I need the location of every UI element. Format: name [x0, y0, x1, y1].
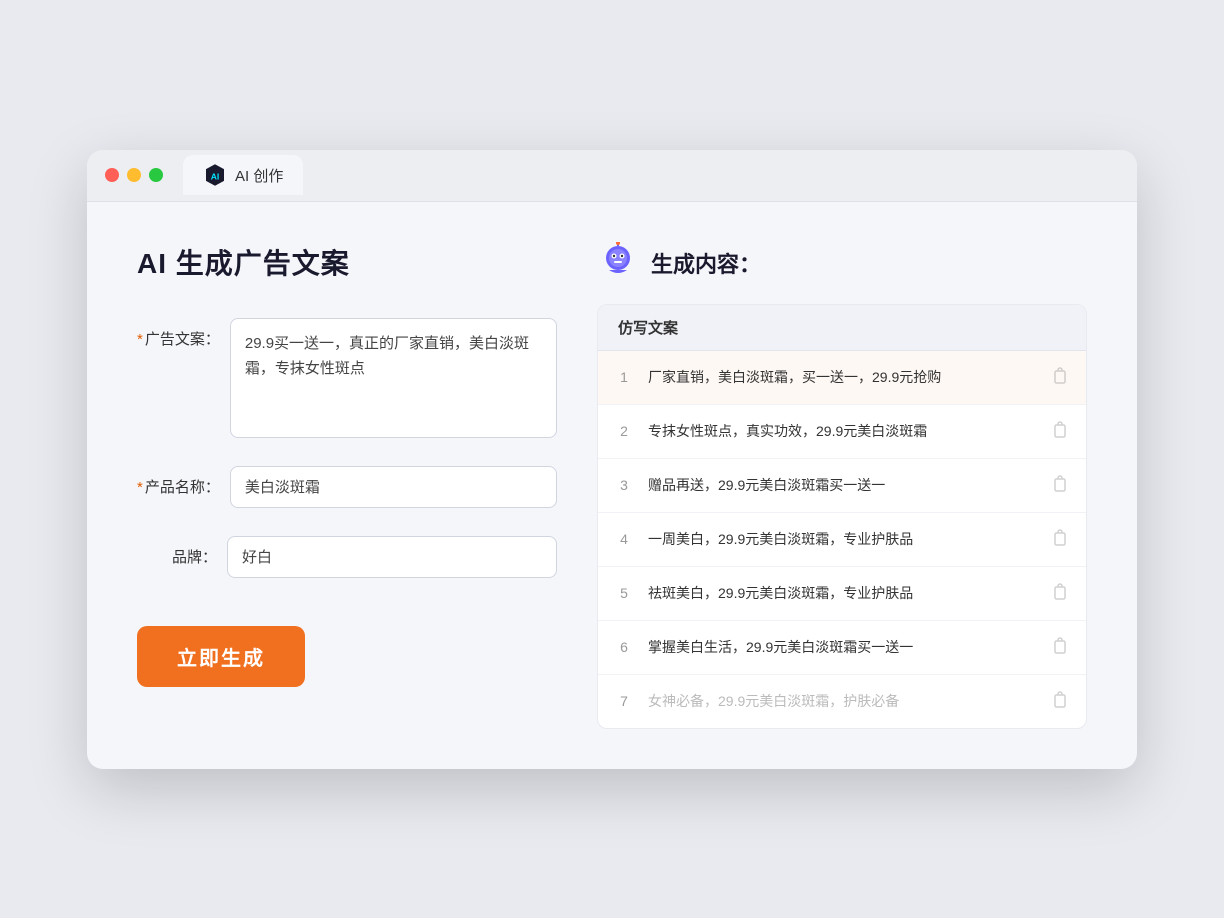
- product-name-input[interactable]: [230, 466, 557, 508]
- page-title: AI 生成广告文案: [137, 242, 557, 282]
- table-header: 仿写文案: [598, 305, 1086, 351]
- row-text: 厂家直销，美白淡斑霜，买一送一，29.9元抢购: [648, 367, 1036, 388]
- row-number: 5: [614, 585, 634, 601]
- result-title: 生成内容：: [651, 247, 761, 279]
- table-row: 4 一周美白，29.9元美白淡斑霜，专业护肤品: [598, 513, 1086, 567]
- left-panel: AI 生成广告文案 *广告文案： *产品名称： 品牌： 立即生成: [137, 242, 557, 729]
- copy-icon[interactable]: [1050, 419, 1070, 444]
- row-text: 赠品再送，29.9元美白淡斑霜买一送一: [648, 475, 1036, 496]
- table-row: 2 专抹女性斑点，真实功效，29.9元美白淡斑霜: [598, 405, 1086, 459]
- row-number: 6: [614, 639, 634, 655]
- main-content: AI 生成广告文案 *广告文案： *产品名称： 品牌： 立即生成: [87, 202, 1137, 769]
- row-number: 2: [614, 423, 634, 439]
- tab-label: AI 创作: [235, 165, 283, 186]
- table-row: 1 厂家直销，美白淡斑霜，买一送一，29.9元抢购: [598, 351, 1086, 405]
- product-name-row: *产品名称：: [137, 466, 557, 508]
- row-number: 7: [614, 693, 634, 709]
- robot-icon: [597, 242, 639, 284]
- copy-icon[interactable]: [1050, 581, 1070, 606]
- row-text: 一周美白，29.9元美白淡斑霜，专业护肤品: [648, 529, 1036, 550]
- result-header: 生成内容：: [597, 242, 1087, 284]
- right-panel: 生成内容： 仿写文案 1 厂家直销，美白淡斑霜，买一送一，29.9元抢购 2 专抹女…: [597, 242, 1087, 729]
- maximize-button[interactable]: [149, 168, 163, 182]
- ad-copy-row: *广告文案：: [137, 318, 557, 438]
- ad-copy-label: *广告文案：: [137, 318, 230, 349]
- product-name-required-star: *: [137, 479, 143, 496]
- result-table: 仿写文案 1 厂家直销，美白淡斑霜，买一送一，29.9元抢购 2 专抹女性斑点，真实…: [597, 304, 1087, 729]
- row-text: 祛斑美白，29.9元美白淡斑霜，专业护肤品: [648, 583, 1036, 604]
- brand-label: 品牌：: [137, 536, 227, 567]
- titlebar: AI AI 创作: [87, 150, 1137, 202]
- copy-icon[interactable]: [1050, 689, 1070, 714]
- minimize-button[interactable]: [127, 168, 141, 182]
- svg-text:AI: AI: [211, 171, 220, 181]
- row-text: 掌握美白生活，29.9元美白淡斑霜买一送一: [648, 637, 1036, 658]
- table-row: 3 赠品再送，29.9元美白淡斑霜买一送一: [598, 459, 1086, 513]
- ai-tab-icon: AI: [203, 163, 227, 187]
- table-row: 6 掌握美白生活，29.9元美白淡斑霜买一送一: [598, 621, 1086, 675]
- row-text: 专抹女性斑点，真实功效，29.9元美白淡斑霜: [648, 421, 1036, 442]
- copy-icon[interactable]: [1050, 365, 1070, 390]
- brand-row: 品牌：: [137, 536, 557, 578]
- traffic-lights: [105, 168, 163, 182]
- row-number: 1: [614, 369, 634, 385]
- brand-input[interactable]: [227, 536, 557, 578]
- close-button[interactable]: [105, 168, 119, 182]
- generate-button[interactable]: 立即生成: [137, 626, 305, 687]
- row-text: 女神必备，29.9元美白淡斑霜，护肤必备: [648, 691, 1036, 712]
- table-row: 7 女神必备，29.9元美白淡斑霜，护肤必备: [598, 675, 1086, 728]
- copy-icon[interactable]: [1050, 527, 1070, 552]
- row-number: 4: [614, 531, 634, 547]
- copy-icon[interactable]: [1050, 473, 1070, 498]
- tab-ai-creation[interactable]: AI AI 创作: [183, 155, 303, 195]
- copy-icon[interactable]: [1050, 635, 1070, 660]
- ad-copy-input[interactable]: [230, 318, 557, 438]
- table-row: 5 祛斑美白，29.9元美白淡斑霜，专业护肤品: [598, 567, 1086, 621]
- ad-copy-required-star: *: [137, 331, 143, 348]
- product-name-label: *产品名称：: [137, 466, 230, 497]
- result-rows-container: 1 厂家直销，美白淡斑霜，买一送一，29.9元抢购 2 专抹女性斑点，真实功效，29…: [598, 351, 1086, 728]
- browser-window: AI AI 创作 AI 生成广告文案 *广告文案： *产品名称：: [87, 150, 1137, 769]
- row-number: 3: [614, 477, 634, 493]
